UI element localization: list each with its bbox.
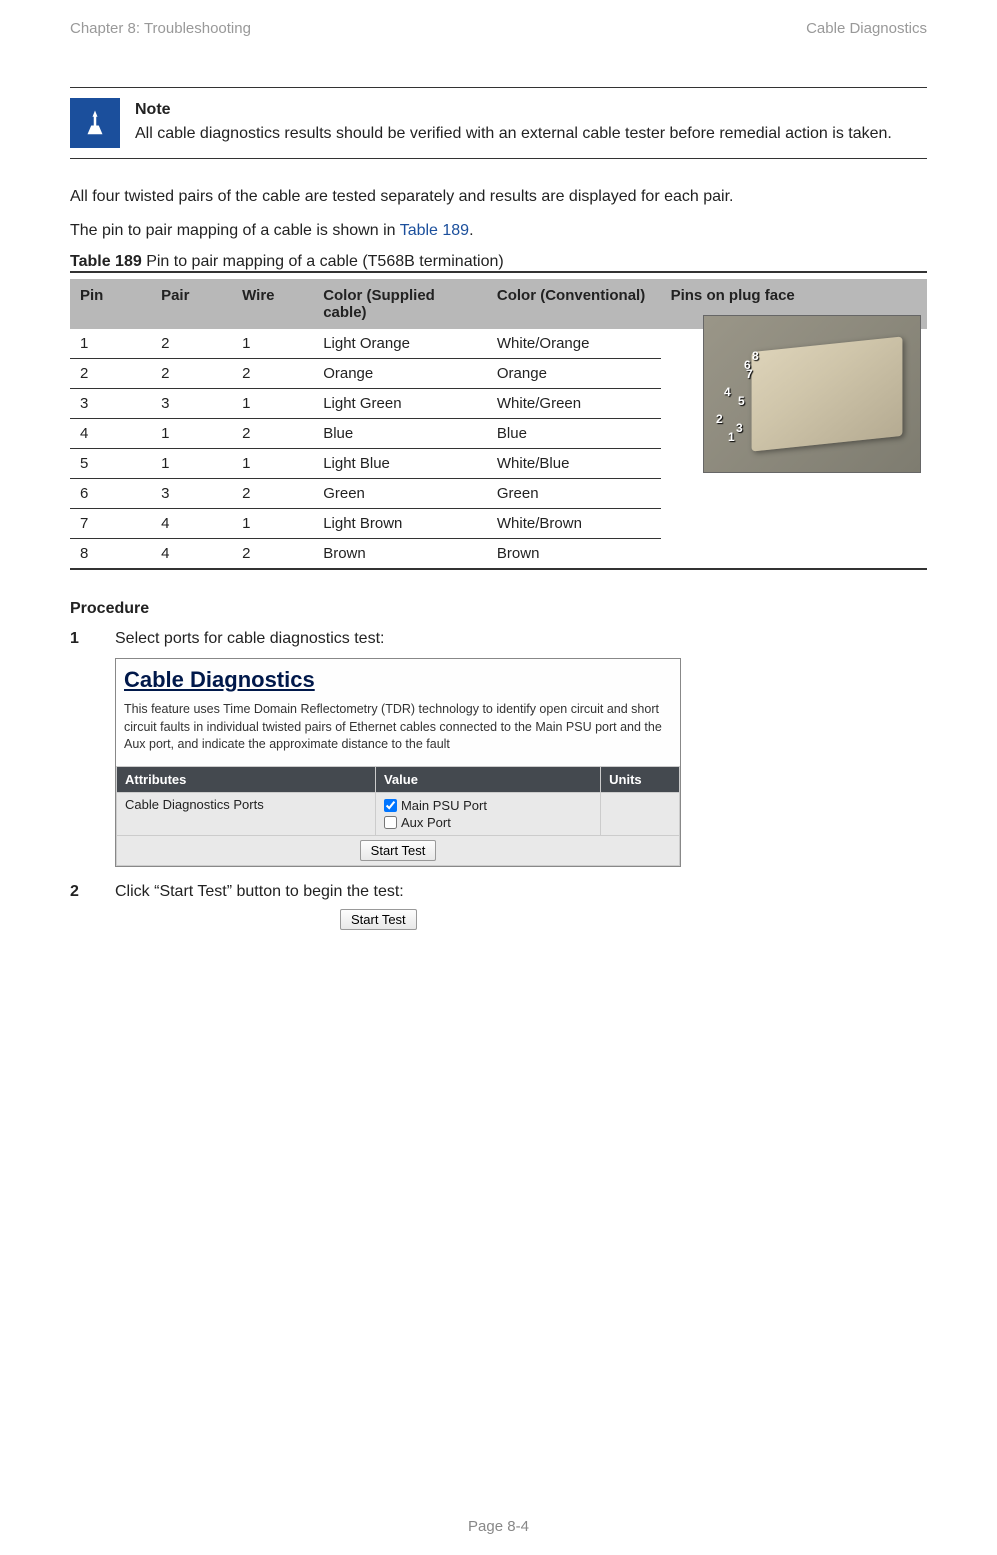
- cell-cs: Light Orange: [313, 329, 487, 359]
- table-link[interactable]: Table 189: [400, 222, 469, 239]
- start-test-button[interactable]: Start Test: [340, 909, 417, 930]
- pin-overlay-1: 1: [728, 433, 759, 442]
- pin-mapping-table-wrap: Pin Pair Wire Color (Supplied cable) Col…: [70, 271, 927, 570]
- th-units: Units: [601, 766, 680, 792]
- cell-wire: 2: [232, 479, 313, 509]
- cell-cc: White/Brown: [487, 509, 661, 539]
- th-attributes: Attributes: [117, 766, 376, 792]
- cell-pair: 1: [151, 419, 232, 449]
- step-number: 2: [70, 883, 90, 930]
- cell-pin: 2: [70, 359, 151, 389]
- cell-cs: Light Blue: [313, 449, 487, 479]
- note-title: Note: [135, 98, 927, 122]
- aux-port-label: Aux Port: [401, 815, 451, 830]
- cell-pin: 5: [70, 449, 151, 479]
- cell-wire: 1: [232, 329, 313, 359]
- main-psu-port-checkbox[interactable]: [384, 799, 397, 812]
- port-selection-cell: Main PSU Port Aux Port: [375, 792, 600, 835]
- cell-cc: Brown: [487, 539, 661, 570]
- th-color-supplied: Color (Supplied cable): [313, 279, 487, 329]
- note-icon: [70, 98, 120, 148]
- step-1-text: Select ports for cable diagnostics test:: [115, 630, 927, 648]
- cell-cs: Brown: [313, 539, 487, 570]
- cell-pair: 2: [151, 359, 232, 389]
- cell-wire: 1: [232, 509, 313, 539]
- pin-number-overlay: 8 6 7 4 5 2 3 1: [726, 352, 759, 442]
- cell-cs: Light Green: [313, 389, 487, 419]
- table-number: Table 189: [70, 253, 142, 270]
- cell-wire: 1: [232, 449, 313, 479]
- cell-cs: Light Brown: [313, 509, 487, 539]
- cell-pin: 1: [70, 329, 151, 359]
- note-body: All cable diagnostics results should be …: [135, 122, 927, 146]
- cell-pair: 3: [151, 479, 232, 509]
- panel-description: This feature uses Time Domain Reflectome…: [116, 695, 680, 766]
- cell-cs: Blue: [313, 419, 487, 449]
- cell-pin: 6: [70, 479, 151, 509]
- pin-overlay-3: 3: [736, 424, 759, 433]
- rule-bottom: [70, 158, 927, 159]
- th-pair: Pair: [151, 279, 232, 329]
- cell-wire: 2: [232, 419, 313, 449]
- cell-cc: White/Blue: [487, 449, 661, 479]
- cell-cc: Orange: [487, 359, 661, 389]
- cell-pair: 2: [151, 329, 232, 359]
- intro-para-2: The pin to pair mapping of a cable is sh…: [70, 218, 927, 244]
- table-row: Start Test: [117, 835, 680, 865]
- units-cell: [601, 792, 680, 835]
- intro-p2-pre: The pin to pair mapping of a cable is sh…: [70, 222, 400, 239]
- table-caption: Table 189 Pin to pair mapping of a cable…: [70, 253, 927, 271]
- cell-wire: 1: [232, 389, 313, 419]
- procedure-heading: Procedure: [70, 600, 927, 618]
- start-test-button[interactable]: Start Test: [360, 840, 437, 861]
- cell-cc: Blue: [487, 419, 661, 449]
- pin-overlay-8: 8: [752, 352, 759, 361]
- step-2-text: Click “Start Test” button to begin the t…: [115, 883, 927, 901]
- procedure-step-2: 2 Click “Start Test” button to begin the…: [70, 883, 927, 930]
- cell-pin: 7: [70, 509, 151, 539]
- chapter-label: Chapter 8: Troubleshooting: [70, 20, 251, 37]
- th-wire: Wire: [232, 279, 313, 329]
- cell-pin: 4: [70, 419, 151, 449]
- cell-wire: 2: [232, 539, 313, 570]
- pin-overlay-7: 7: [746, 370, 759, 379]
- cell-cs: Orange: [313, 359, 487, 389]
- cell-pair: 4: [151, 539, 232, 570]
- plug-face-image: 8 6 7 4 5 2 3 1: [703, 315, 921, 473]
- cell-pair: 4: [151, 509, 232, 539]
- aux-port-checkbox[interactable]: [384, 816, 397, 829]
- cell-cc: White/Orange: [487, 329, 661, 359]
- main-psu-port-label: Main PSU Port: [401, 798, 487, 813]
- cell-pin: 3: [70, 389, 151, 419]
- intro-p2-post: .: [469, 222, 473, 239]
- cell-pair: 3: [151, 389, 232, 419]
- pin-overlay-5: 5: [738, 397, 759, 406]
- th-pin: Pin: [70, 279, 151, 329]
- th-color-conventional: Color (Conventional): [487, 279, 661, 329]
- table-caption-text: Pin to pair mapping of a cable (T568B te…: [142, 253, 504, 270]
- cell-wire: 2: [232, 359, 313, 389]
- intro-para-1: All four twisted pairs of the cable are …: [70, 184, 927, 210]
- attr-label: Cable Diagnostics Ports: [117, 792, 376, 835]
- note-block: Note All cable diagnostics results shoul…: [70, 88, 927, 158]
- cable-diagnostics-panel: Cable Diagnostics This feature uses Time…: [115, 658, 681, 867]
- page-number: Page 8-4: [0, 1518, 997, 1535]
- cell-pair: 1: [151, 449, 232, 479]
- cell-cs: Green: [313, 479, 487, 509]
- table-row: Cable Diagnostics Ports Main PSU Port Au…: [117, 792, 680, 835]
- cell-cc: White/Green: [487, 389, 661, 419]
- panel-title: Cable Diagnostics: [116, 659, 680, 695]
- cell-cc: Green: [487, 479, 661, 509]
- cell-pin: 8: [70, 539, 151, 570]
- step-number: 1: [70, 630, 90, 867]
- section-label: Cable Diagnostics: [806, 20, 927, 37]
- table-row: Attributes Value Units: [117, 766, 680, 792]
- procedure-step-1: 1 Select ports for cable diagnostics tes…: [70, 630, 927, 867]
- th-value: Value: [375, 766, 600, 792]
- diagnostics-form-table: Attributes Value Units Cable Diagnostics…: [116, 766, 680, 866]
